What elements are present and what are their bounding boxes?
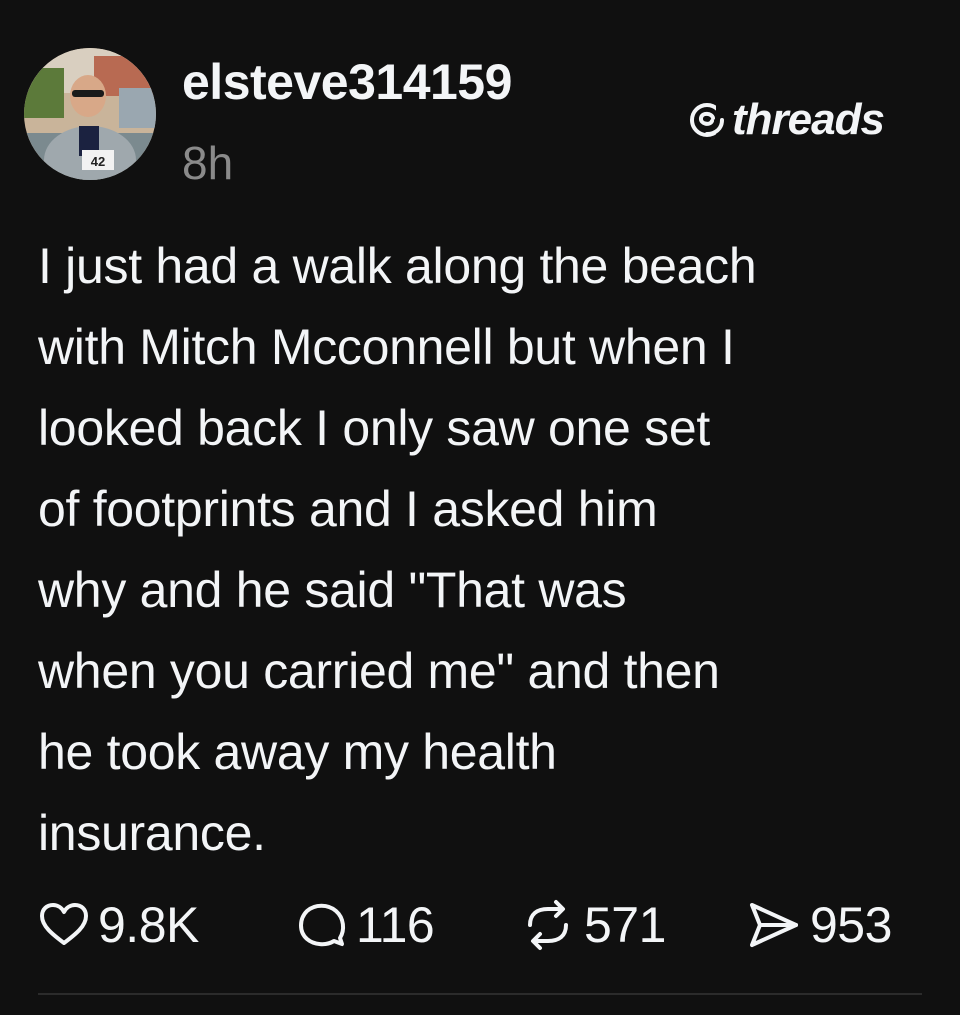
divider — [38, 993, 922, 995]
threads-post: 42 elsteve314159 8h threads I just had a… — [0, 0, 960, 1015]
action-bar: 9.8K 116 571 953 — [38, 890, 938, 960]
repost-button[interactable]: 571 — [520, 890, 666, 960]
share-count: 953 — [810, 897, 892, 953]
paper-plane-icon — [746, 899, 802, 951]
repost-count: 571 — [584, 897, 666, 953]
reply-button[interactable]: 116 — [296, 890, 435, 960]
avatar[interactable]: 42 — [24, 48, 156, 180]
repost-arrows-icon — [520, 899, 576, 951]
avatar-photo: 42 — [24, 48, 156, 180]
timestamp: 8h — [182, 137, 234, 189]
avatar-badge: 42 — [91, 154, 105, 169]
heart-icon — [38, 899, 90, 951]
post-body: I just had a walk along the beach with M… — [38, 238, 757, 861]
speech-bubble-icon — [296, 899, 348, 951]
like-button[interactable]: 9.8K — [38, 890, 199, 960]
threads-logo-icon — [688, 101, 726, 139]
threads-brand: threads — [688, 92, 885, 148]
username[interactable]: elsteve314159 — [182, 52, 512, 112]
like-count: 9.8K — [98, 897, 199, 953]
reply-count: 116 — [356, 897, 435, 953]
share-button[interactable]: 953 — [746, 890, 892, 960]
brand-name: threads — [732, 95, 885, 144]
